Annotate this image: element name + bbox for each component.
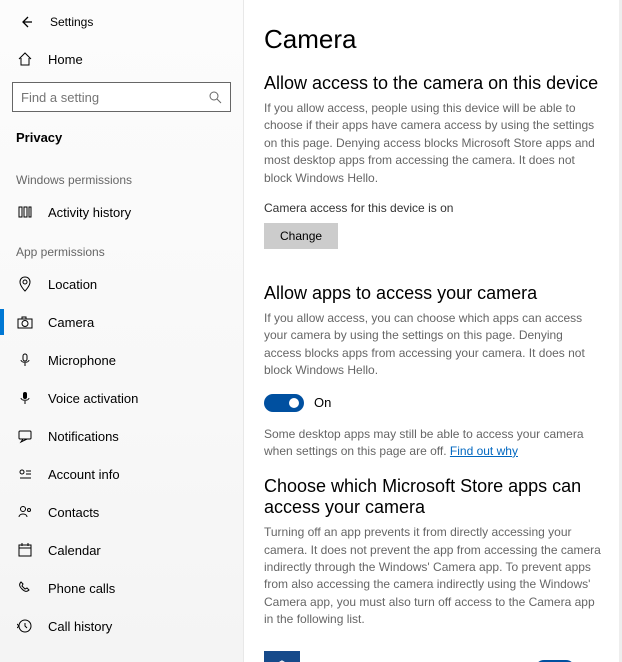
cube-icon	[271, 658, 293, 662]
history-icon	[17, 204, 33, 220]
section-label: Privacy	[0, 120, 243, 159]
section2-note: Some desktop apps may still be able to a…	[264, 426, 602, 461]
apps-access-toggle-label: On	[314, 395, 331, 410]
section3-desc: Turning off an app prevents it from dire…	[264, 524, 602, 628]
nav-home[interactable]: Home	[0, 44, 243, 74]
nav-item-label: Activity history	[48, 205, 131, 220]
section3-heading: Choose which Microsoft Store apps can ac…	[264, 476, 602, 518]
search-icon	[208, 90, 222, 104]
search-box[interactable]	[12, 82, 231, 112]
contacts-icon	[17, 504, 33, 520]
callhistory-icon	[17, 618, 33, 634]
account-icon	[17, 466, 33, 482]
page-title: Camera	[264, 24, 602, 55]
nav-item-label: Voice activation	[48, 391, 138, 406]
nav-item-label: Contacts	[48, 505, 99, 520]
home-label: Home	[48, 52, 83, 67]
nav-item-label: Camera	[48, 315, 94, 330]
nav-activity-history[interactable]: Activity history	[0, 193, 243, 231]
search-input[interactable]	[21, 90, 208, 105]
nav-item-label: Microphone	[48, 353, 116, 368]
sidebar: Settings Home Privacy Windows permission…	[0, 0, 244, 662]
sidebar-top: Settings	[0, 8, 243, 44]
section1-heading: Allow access to the camera on this devic…	[264, 73, 602, 94]
find-out-why-link[interactable]: Find out why	[450, 444, 518, 458]
nav-notifications[interactable]: Notifications	[0, 417, 243, 455]
camera-icon	[17, 314, 33, 330]
phone-icon	[17, 580, 33, 596]
nav-contacts[interactable]: Contacts	[0, 493, 243, 531]
group-windows-permissions: Windows permissions	[0, 159, 243, 193]
apps-access-toggle[interactable]	[264, 394, 304, 412]
notifications-icon	[17, 428, 33, 444]
calendar-icon	[17, 542, 33, 558]
app-icon-3d-viewer	[264, 651, 300, 662]
device-access-status: Camera access for this device is on	[264, 201, 602, 215]
settings-title: Settings	[50, 15, 93, 29]
nav-item-label: Phone calls	[48, 581, 115, 596]
note-text: Some desktop apps may still be able to a…	[264, 427, 584, 458]
nav-item-label: Calendar	[48, 543, 101, 558]
location-icon	[17, 276, 33, 292]
back-button[interactable]	[12, 8, 40, 36]
app-row-3d-viewer: 3D Viewer On	[264, 643, 602, 662]
section2-heading: Allow apps to access your camera	[264, 283, 602, 304]
voice-icon	[17, 390, 33, 406]
arrow-left-icon	[18, 14, 34, 30]
nav-item-label: Call history	[48, 619, 112, 634]
nav-microphone[interactable]: Microphone	[0, 341, 243, 379]
nav-account-info[interactable]: Account info	[0, 455, 243, 493]
home-icon	[17, 51, 33, 67]
nav-item-label: Account info	[48, 467, 120, 482]
microphone-icon	[17, 352, 33, 368]
nav-calendar[interactable]: Calendar	[0, 531, 243, 569]
section2-desc: If you allow access, you can choose whic…	[264, 310, 602, 380]
nav-voice-activation[interactable]: Voice activation	[0, 379, 243, 417]
nav-call-history[interactable]: Call history	[0, 607, 243, 645]
nav-phone-calls[interactable]: Phone calls	[0, 569, 243, 607]
group-app-permissions: App permissions	[0, 231, 243, 265]
nav-location[interactable]: Location	[0, 265, 243, 303]
nav-item-label: Location	[48, 277, 97, 292]
section1-desc: If you allow access, people using this d…	[264, 100, 602, 187]
nav-item-label: Notifications	[48, 429, 119, 444]
apps-access-toggle-row: On	[264, 394, 602, 412]
change-button[interactable]: Change	[264, 223, 338, 249]
nav-camera[interactable]: Camera	[0, 303, 243, 341]
content-pane: Camera Allow access to the camera on thi…	[244, 0, 622, 662]
